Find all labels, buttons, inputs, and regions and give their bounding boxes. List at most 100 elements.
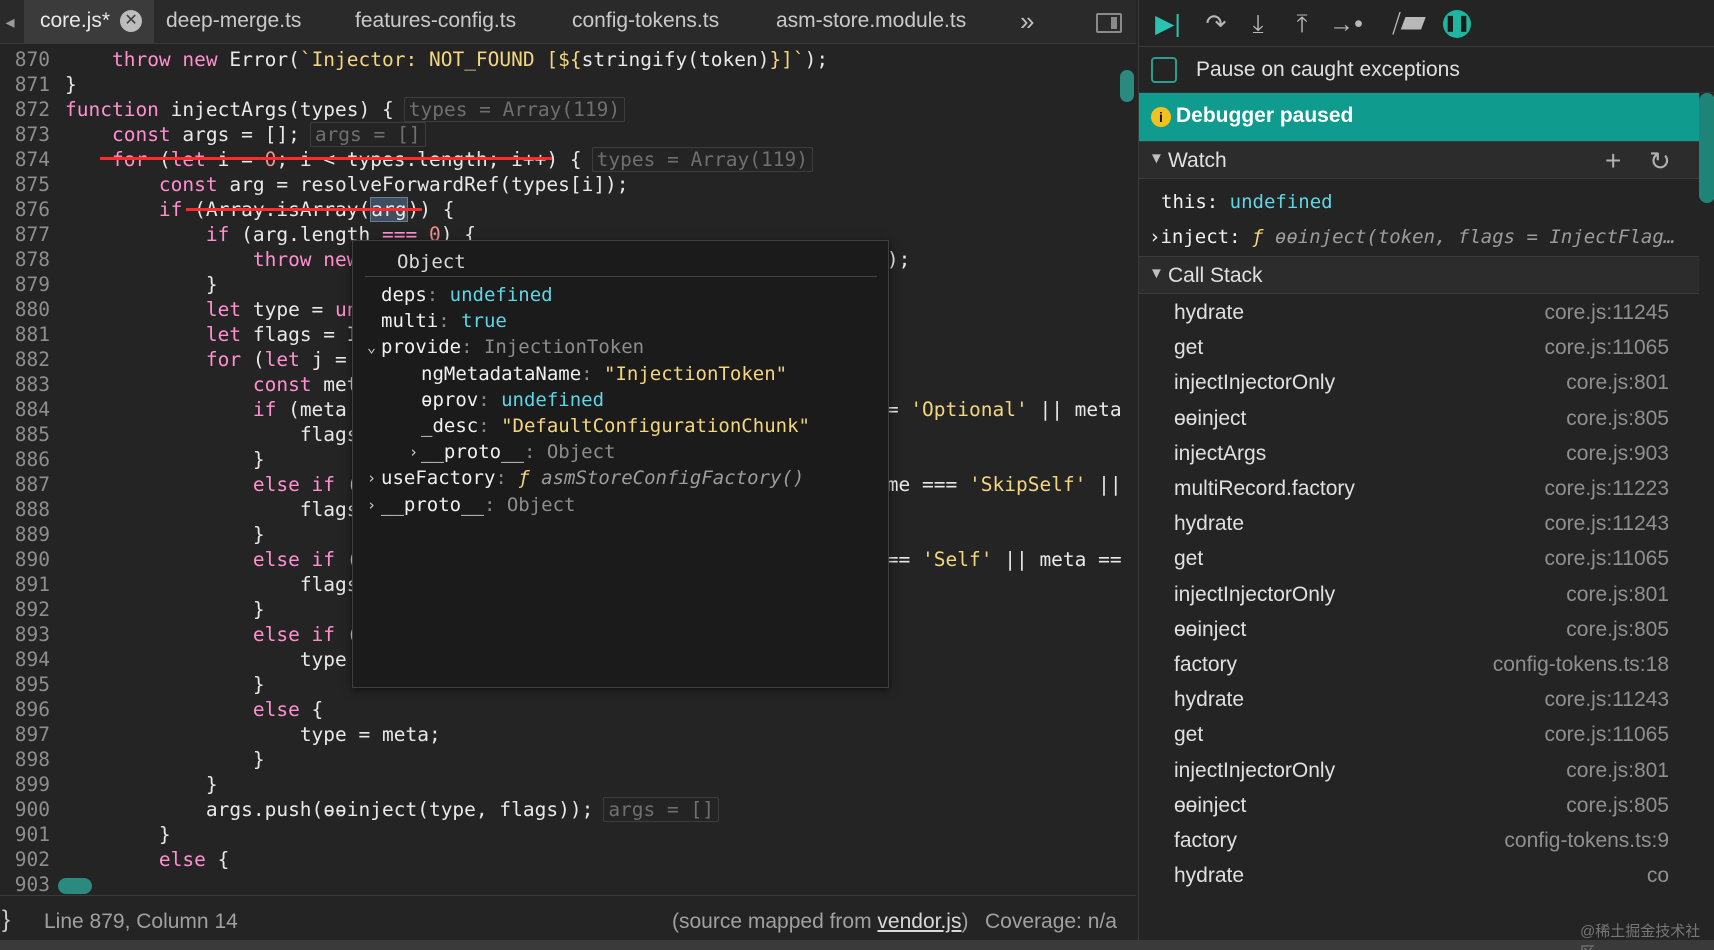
frame-location[interactable]: co [1647,864,1669,888]
watch-item-this[interactable]: this: undefined [1161,191,1333,213]
call-stack-frame[interactable]: injectInjectorOnly core.js:801 [1139,365,1699,403]
call-stack-frame[interactable]: injectArgs core.js:903 [1139,436,1699,474]
frame-location[interactable]: core.js:805 [1566,618,1669,642]
bottom-scrollbar[interactable] [0,940,1714,950]
frame-location[interactable]: core.js:801 [1566,583,1669,607]
frame-location[interactable]: config-tokens.ts:9 [1504,829,1669,853]
more-tabs-chevron-icon[interactable]: » [1020,0,1034,44]
line-number[interactable]: 894 [0,647,50,672]
line-number[interactable]: 888 [0,497,50,522]
expand-chevron-icon[interactable]: › [1149,226,1160,248]
watch-section-header[interactable]: ▼ Watch + ↻ [1139,141,1699,179]
call-stack-frame[interactable]: get core.js:11065 [1139,541,1699,579]
line-number[interactable]: 875 [0,172,50,197]
frame-location[interactable]: core.js:11065 [1544,547,1669,571]
expand-chevron-icon[interactable]: › [367,464,381,492]
source-map-link[interactable]: vendor.js [877,910,961,933]
step-over-icon[interactable]: ↷ [1199,9,1233,39]
frame-location[interactable]: core.js:11065 [1544,336,1669,360]
debugger-scrollbar[interactable] [1699,93,1714,203]
line-number[interactable]: 882 [0,347,50,372]
frame-location[interactable]: core.js:11223 [1544,477,1669,501]
line-number[interactable]: 900 [0,797,50,822]
call-stack-frame[interactable]: ɵɵinject core.js:805 [1139,401,1699,439]
frame-location[interactable]: core.js:903 [1566,442,1669,466]
line-number[interactable]: 870 [0,47,50,72]
resume-icon[interactable]: ▶| [1151,9,1185,39]
line-number[interactable]: 873 [0,122,50,147]
line-number[interactable]: 884 [0,397,50,422]
property-row[interactable]: useFactory: ƒ asmStoreConfigFactory() [381,464,804,492]
line-number[interactable]: 895 [0,672,50,697]
line-number[interactable]: 902 [0,847,50,872]
property-row[interactable]: _desc: "DefaultConfigurationChunk" [421,412,810,440]
tab-deep-merge[interactable]: deep-merge.ts [166,0,301,44]
property-row[interactable]: __proto__: Object [381,491,575,519]
line-number[interactable]: 890 [0,547,50,572]
call-stack-section-header[interactable]: ▼ Call Stack [1139,256,1699,294]
pause-exceptions-checkbox[interactable] [1151,57,1177,83]
property-row[interactable]: multi: true [381,307,507,335]
line-number[interactable]: 878 [0,247,50,272]
line-number[interactable]: 891 [0,572,50,597]
step-out-icon[interactable]: ⤒ [1287,9,1317,39]
line-number[interactable]: 883 [0,372,50,397]
expand-chevron-icon[interactable]: › [367,491,381,519]
line-number[interactable]: 879 [0,272,50,297]
line-number[interactable]: 880 [0,297,50,322]
frame-location[interactable]: config-tokens.ts:18 [1493,653,1669,677]
call-stack-frame[interactable]: ɵɵinject core.js:805 [1139,612,1699,650]
call-stack-frame[interactable]: ɵɵinject core.js:805 [1139,788,1699,826]
line-number[interactable]: 887 [0,472,50,497]
line-number[interactable]: 899 [0,772,50,797]
call-stack-frame[interactable]: hydrate core.js:11245 [1139,295,1699,333]
call-stack-frame[interactable]: multiRecord.factory core.js:11223 [1139,471,1699,509]
add-watch-icon[interactable]: + [1605,145,1621,177]
call-stack-frame[interactable]: hydrate core.js:11243 [1139,682,1699,720]
pretty-print-icon[interactable]: } [2,906,10,934]
line-number[interactable]: 886 [0,447,50,472]
frame-location[interactable]: core.js:801 [1566,759,1669,783]
step-into-icon[interactable]: ⤓ [1243,9,1273,39]
call-stack-frame[interactable]: factory config-tokens.ts:18 [1139,647,1699,685]
frame-location[interactable]: core.js:11065 [1544,723,1669,747]
step-icon[interactable]: →• [1329,9,1363,39]
line-number[interactable]: 892 [0,597,50,622]
property-row[interactable]: ɵprov: undefined [421,386,604,414]
line-number[interactable]: 872 [0,97,50,122]
tab-core-js[interactable]: core.js* ✕ [24,0,155,44]
property-row[interactable]: provide: InjectionToken [381,333,644,361]
property-row[interactable]: deps: undefined [381,281,553,309]
frame-location[interactable]: core.js:801 [1566,371,1669,395]
call-stack-frame[interactable]: hydrate co [1139,858,1699,896]
close-tab-icon[interactable]: ✕ [120,10,143,32]
editor-vertical-scrollbar[interactable] [1120,70,1134,102]
tab-config-tokens[interactable]: config-tokens.ts [572,0,719,44]
line-number[interactable]: 893 [0,622,50,647]
line-number[interactable]: 885 [0,422,50,447]
frame-location[interactable]: core.js:11243 [1544,512,1669,536]
line-number[interactable]: 901 [0,822,50,847]
property-row[interactable]: ngMetadataName: "InjectionToken" [421,360,787,388]
tab-features-config[interactable]: features-config.ts [355,0,516,44]
call-stack-frame[interactable]: injectInjectorOnly core.js:801 [1139,577,1699,615]
line-number[interactable]: 881 [0,322,50,347]
collapse-chevron-icon[interactable]: ⌄ [367,333,381,361]
line-number[interactable]: 874 [0,147,50,172]
tab-asm-store-module[interactable]: asm-store.module.ts [776,0,966,44]
tab-scroll-left-icon[interactable]: ◂ [0,0,20,44]
line-number[interactable]: 903 [0,872,50,895]
call-stack-frame[interactable]: hydrate core.js:11243 [1139,506,1699,544]
toggle-debugger-panel-icon[interactable] [1096,13,1122,33]
refresh-watch-icon[interactable]: ↻ [1649,146,1671,177]
call-stack-frame[interactable]: get core.js:11065 [1139,717,1699,755]
line-number[interactable]: 898 [0,747,50,772]
deactivate-breakpoints-icon[interactable]: ⧸▰ [1389,9,1429,39]
pause-on-caught-exceptions-row[interactable]: Pause on caught exceptions [1139,48,1714,93]
line-number[interactable]: 877 [0,222,50,247]
watch-item-inject[interactable]: ›inject: ƒ ɵɵinject(token, flags = Injec… [1149,226,1675,248]
property-row[interactable]: __proto__: Object [421,438,615,466]
frame-location[interactable]: core.js:805 [1566,794,1669,818]
frame-location[interactable]: core.js:11245 [1544,301,1669,325]
line-number[interactable]: 876 [0,197,50,222]
